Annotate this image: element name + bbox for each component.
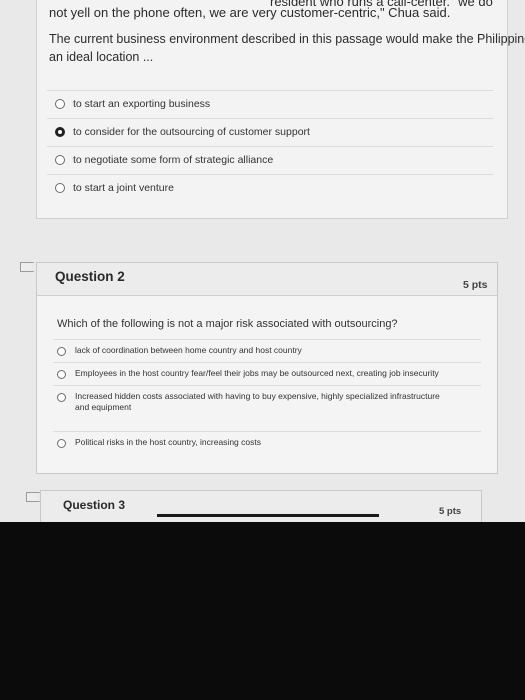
answer-option[interactable]: Political risks in the host country, inc… [53, 431, 481, 458]
answer-option-label-line-2: and equipment [75, 402, 132, 412]
answer-option-label: to start an exporting business [73, 98, 211, 110]
radio-button[interactable] [57, 439, 66, 448]
question-1-stem-line-2: an ideal location ... [49, 50, 154, 64]
radio-button[interactable] [57, 393, 66, 402]
question-1-card: resident who runs a call-center. "we do … [36, 0, 525, 219]
radio-button[interactable] [55, 99, 65, 109]
question-2-points: 5 pts [463, 279, 488, 291]
question-2-stem: Which of the following is not a major ri… [57, 318, 398, 330]
answer-option-label: to consider for the outsourcing of custo… [73, 126, 310, 138]
divider-line [157, 514, 379, 517]
radio-button[interactable] [57, 370, 66, 379]
answer-option[interactable]: to start an exporting business [47, 90, 493, 117]
flag-question-icon[interactable] [26, 492, 40, 502]
answer-option-label-line-1: Increased hidden costs associated with h… [75, 391, 440, 401]
question-1-options: to start an exporting business to consid… [47, 90, 493, 210]
answer-option[interactable]: to start a joint venture [47, 174, 493, 201]
answer-option-label: to start a joint venture [73, 182, 174, 194]
answer-option[interactable]: lack of coordination between home countr… [53, 339, 481, 362]
quiz-screen: resident who runs a call-center. "we do … [0, 0, 525, 522]
answer-option-selected[interactable]: to consider for the outsourcing of custo… [47, 118, 493, 145]
flag-question-icon[interactable] [20, 262, 34, 272]
question-2-header: Question 2 5 pts [37, 263, 497, 296]
answer-option[interactable]: Employees in the host country fear/feel … [53, 362, 481, 385]
answer-option-label: to negotiate some form of strategic alli… [73, 154, 274, 166]
question-3-title: Question 3 [63, 498, 126, 512]
question-2-card: Question 2 5 pts Which of the following … [36, 262, 498, 474]
answer-option-label: Employees in the host country fear/feel … [75, 368, 439, 378]
answer-option[interactable]: Increased hidden costs associated with h… [53, 385, 481, 430]
radio-button[interactable] [57, 347, 66, 356]
answer-option-label: Political risks in the host country, inc… [75, 437, 261, 447]
question-2-title: Question 2 [55, 269, 125, 284]
passage-text-line-2: not yell on the phone often, we are very… [49, 5, 451, 20]
question-3-points: 5 pts [439, 506, 462, 517]
radio-button[interactable] [55, 183, 65, 193]
question-1-stem-line-1: The current business environment describ… [49, 32, 525, 46]
radio-button[interactable] [55, 155, 65, 165]
answer-option[interactable]: to negotiate some form of strategic alli… [47, 146, 493, 173]
question-3-card: Question 3 5 pts [40, 490, 482, 522]
answer-option-label: lack of coordination between home countr… [75, 345, 302, 355]
radio-button-selected[interactable] [55, 127, 65, 137]
